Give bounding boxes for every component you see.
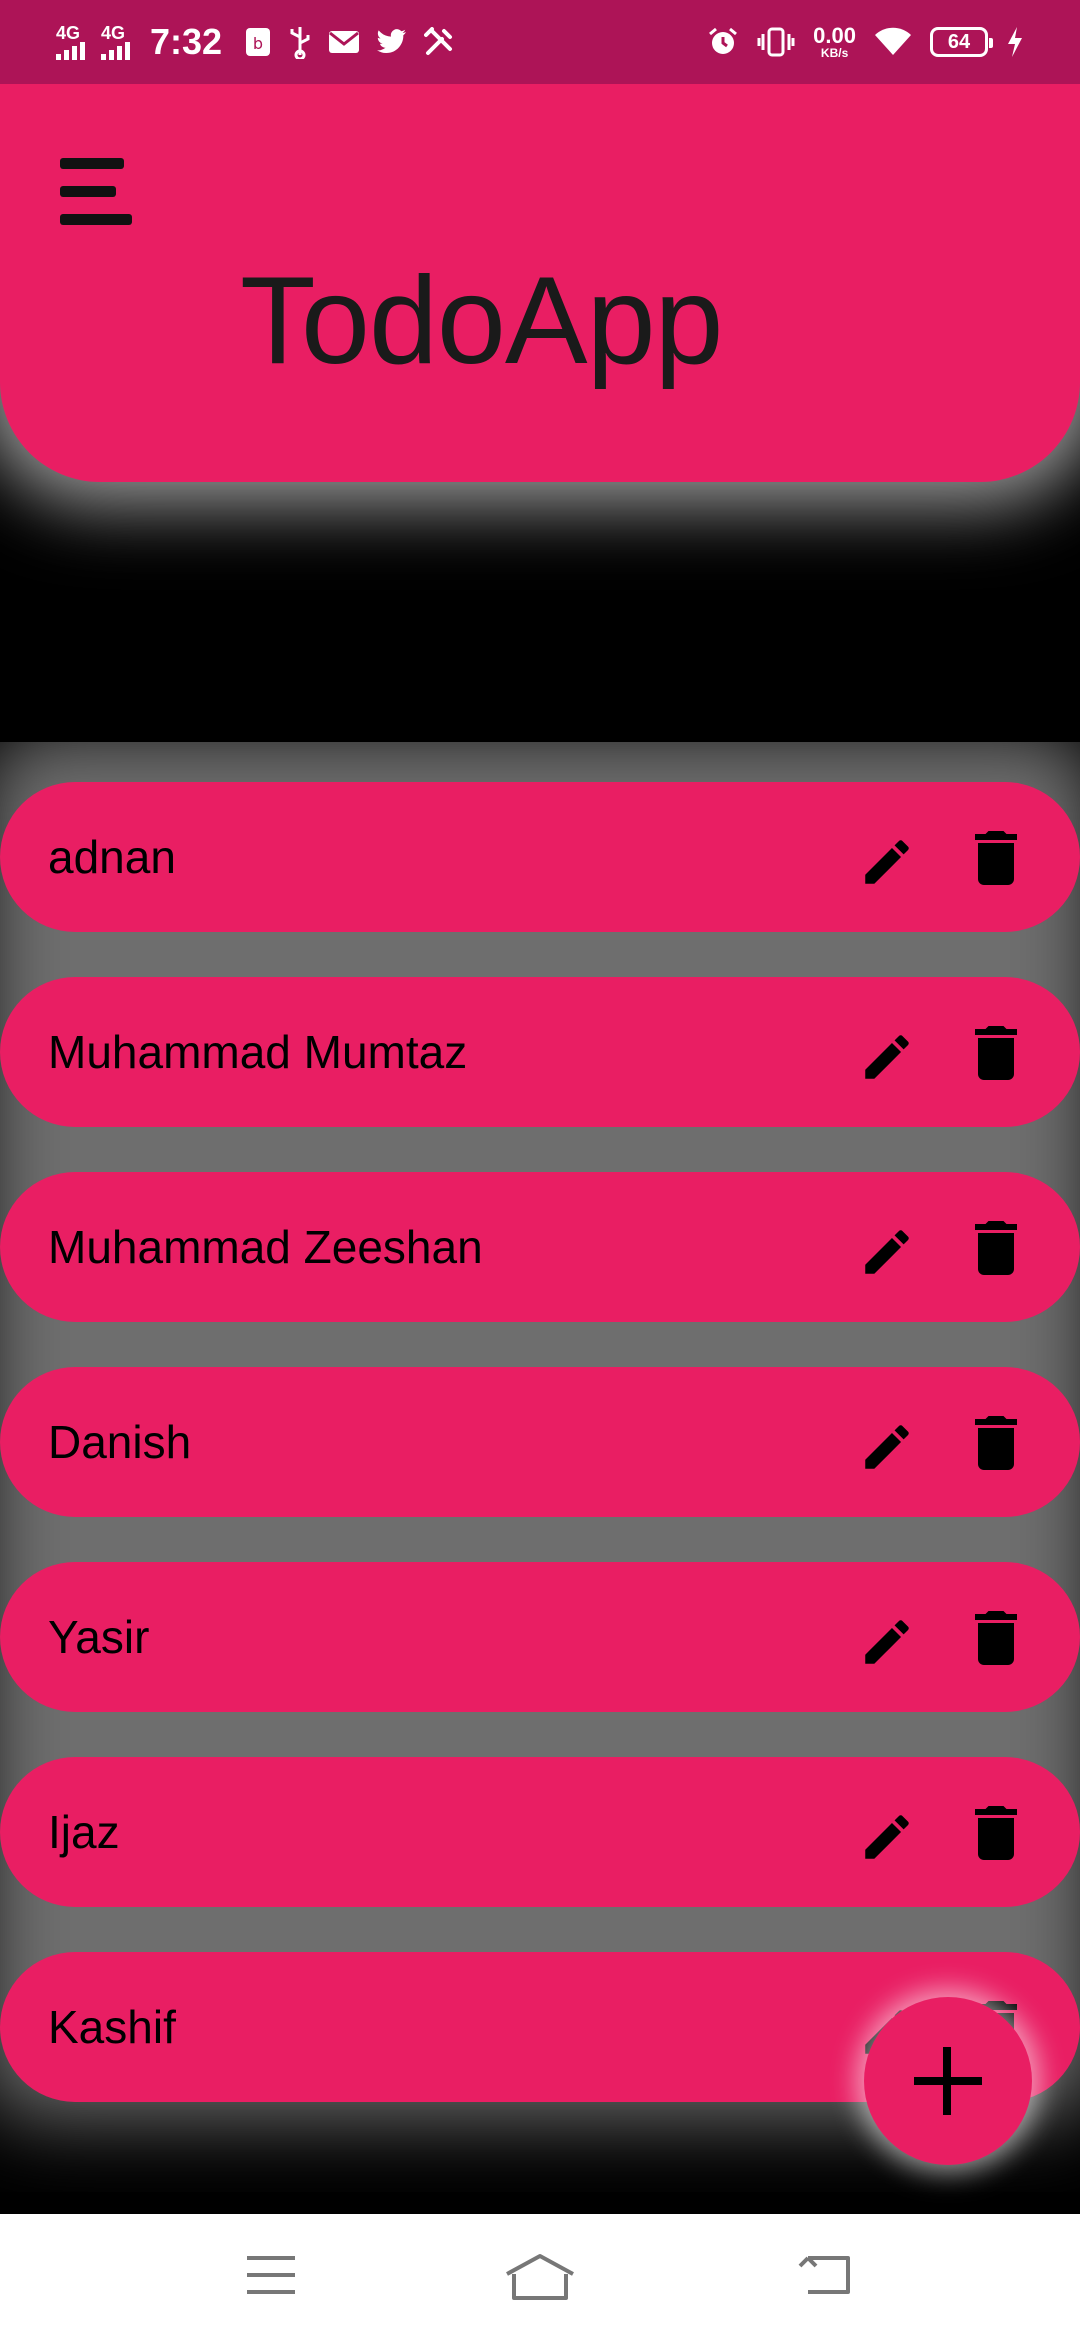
- edit-icon[interactable]: [858, 1028, 916, 1086]
- delete-icon[interactable]: [972, 1219, 1020, 1277]
- app-title: TodoApp: [240, 252, 724, 390]
- menu-icon[interactable]: [56, 156, 136, 228]
- todo-item[interactable]: Yasir: [0, 1562, 1080, 1712]
- todo-item[interactable]: Danish: [0, 1367, 1080, 1517]
- network-speed: 0.00 KB/s: [813, 23, 856, 60]
- usb-debug-icon: b: [244, 26, 272, 58]
- todo-label: Muhammad Zeeshan: [48, 1221, 483, 1273]
- todo-list[interactable]: adnan Muhammad Mumtaz Muhammad Zeeshan D…: [0, 742, 1080, 2192]
- edit-icon[interactable]: [858, 1613, 916, 1671]
- vibrate-icon: [757, 26, 795, 58]
- signal-icon: 4G: [101, 24, 130, 60]
- app-header: TodoApp: [0, 84, 1080, 482]
- edit-icon[interactable]: [858, 1808, 916, 1866]
- network-type-1: 4G: [56, 23, 81, 43]
- todo-item[interactable]: adnan: [0, 782, 1080, 932]
- edit-icon[interactable]: [858, 833, 916, 891]
- delete-icon[interactable]: [972, 1804, 1020, 1862]
- todo-label: adnan: [48, 831, 176, 883]
- todo-item[interactable]: Muhammad Mumtaz: [0, 977, 1080, 1127]
- add-icon: [914, 2047, 982, 2115]
- charging-icon: [1006, 26, 1024, 58]
- todo-label: Kashif: [48, 2001, 176, 2053]
- clock: 7:32: [150, 21, 223, 62]
- edit-icon[interactable]: [858, 1418, 916, 1476]
- delete-icon[interactable]: [972, 1609, 1020, 1667]
- status-bar: 4G 4G 7:32 b 0.00 KB/s 64: [0, 0, 1080, 84]
- todo-label: Danish: [48, 1416, 192, 1468]
- delete-icon[interactable]: [972, 1414, 1020, 1472]
- todo-label: Muhammad Mumtaz: [48, 1026, 468, 1078]
- wifi-icon: [874, 27, 912, 57]
- todo-label: Yasir: [48, 1611, 150, 1663]
- signal-icon: 4G: [56, 24, 85, 60]
- tools-icon: [424, 27, 454, 57]
- battery-icon: 64: [930, 27, 993, 57]
- network-type-2: 4G: [101, 23, 126, 43]
- mail-icon: [328, 29, 360, 55]
- alarm-icon: [707, 26, 739, 58]
- system-nav-bar: [0, 2214, 1080, 2340]
- usb-icon: [288, 25, 312, 59]
- back-icon[interactable]: [796, 2252, 854, 2298]
- add-todo-button[interactable]: [864, 1997, 1032, 2165]
- edit-icon[interactable]: [858, 1223, 916, 1281]
- svg-text:b: b: [253, 34, 263, 53]
- recent-apps-icon[interactable]: [244, 2252, 298, 2298]
- todo-item[interactable]: Muhammad Zeeshan: [0, 1172, 1080, 1322]
- todo-label: Ijaz: [48, 1806, 120, 1858]
- home-icon[interactable]: [504, 2252, 576, 2302]
- delete-icon[interactable]: [972, 829, 1020, 887]
- twitter-icon: [376, 28, 408, 56]
- todo-item[interactable]: Ijaz: [0, 1757, 1080, 1907]
- delete-icon[interactable]: [972, 1024, 1020, 1082]
